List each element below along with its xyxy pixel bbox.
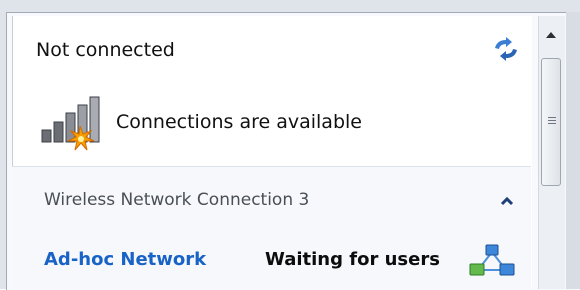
connection-status-title: Not connected: [36, 39, 175, 61]
connection-group-header[interactable]: Wireless Network Connection 3: [44, 190, 309, 210]
thumb-grip-line: [548, 123, 556, 124]
network-flyout-window: Not connected Connections are available …: [0, 0, 580, 290]
scrollbar-thumb[interactable]: [541, 58, 561, 186]
scroll-up-arrow-icon[interactable]: [540, 18, 562, 52]
adhoc-network-icon: [469, 244, 515, 276]
thumb-grip-line: [548, 117, 556, 118]
connection-group: [12, 167, 531, 289]
thumb-grip-line: [548, 120, 556, 121]
refresh-icon[interactable]: [491, 36, 521, 62]
network-item-name[interactable]: Ad-hoc Network: [44, 249, 206, 270]
flyout-right-edge: [566, 12, 580, 289]
wireless-signal-icon: [41, 96, 100, 151]
network-item-status: Waiting for users: [265, 249, 440, 270]
connections-available-text: Connections are available: [116, 111, 362, 133]
chevron-up-icon[interactable]: [498, 194, 516, 208]
